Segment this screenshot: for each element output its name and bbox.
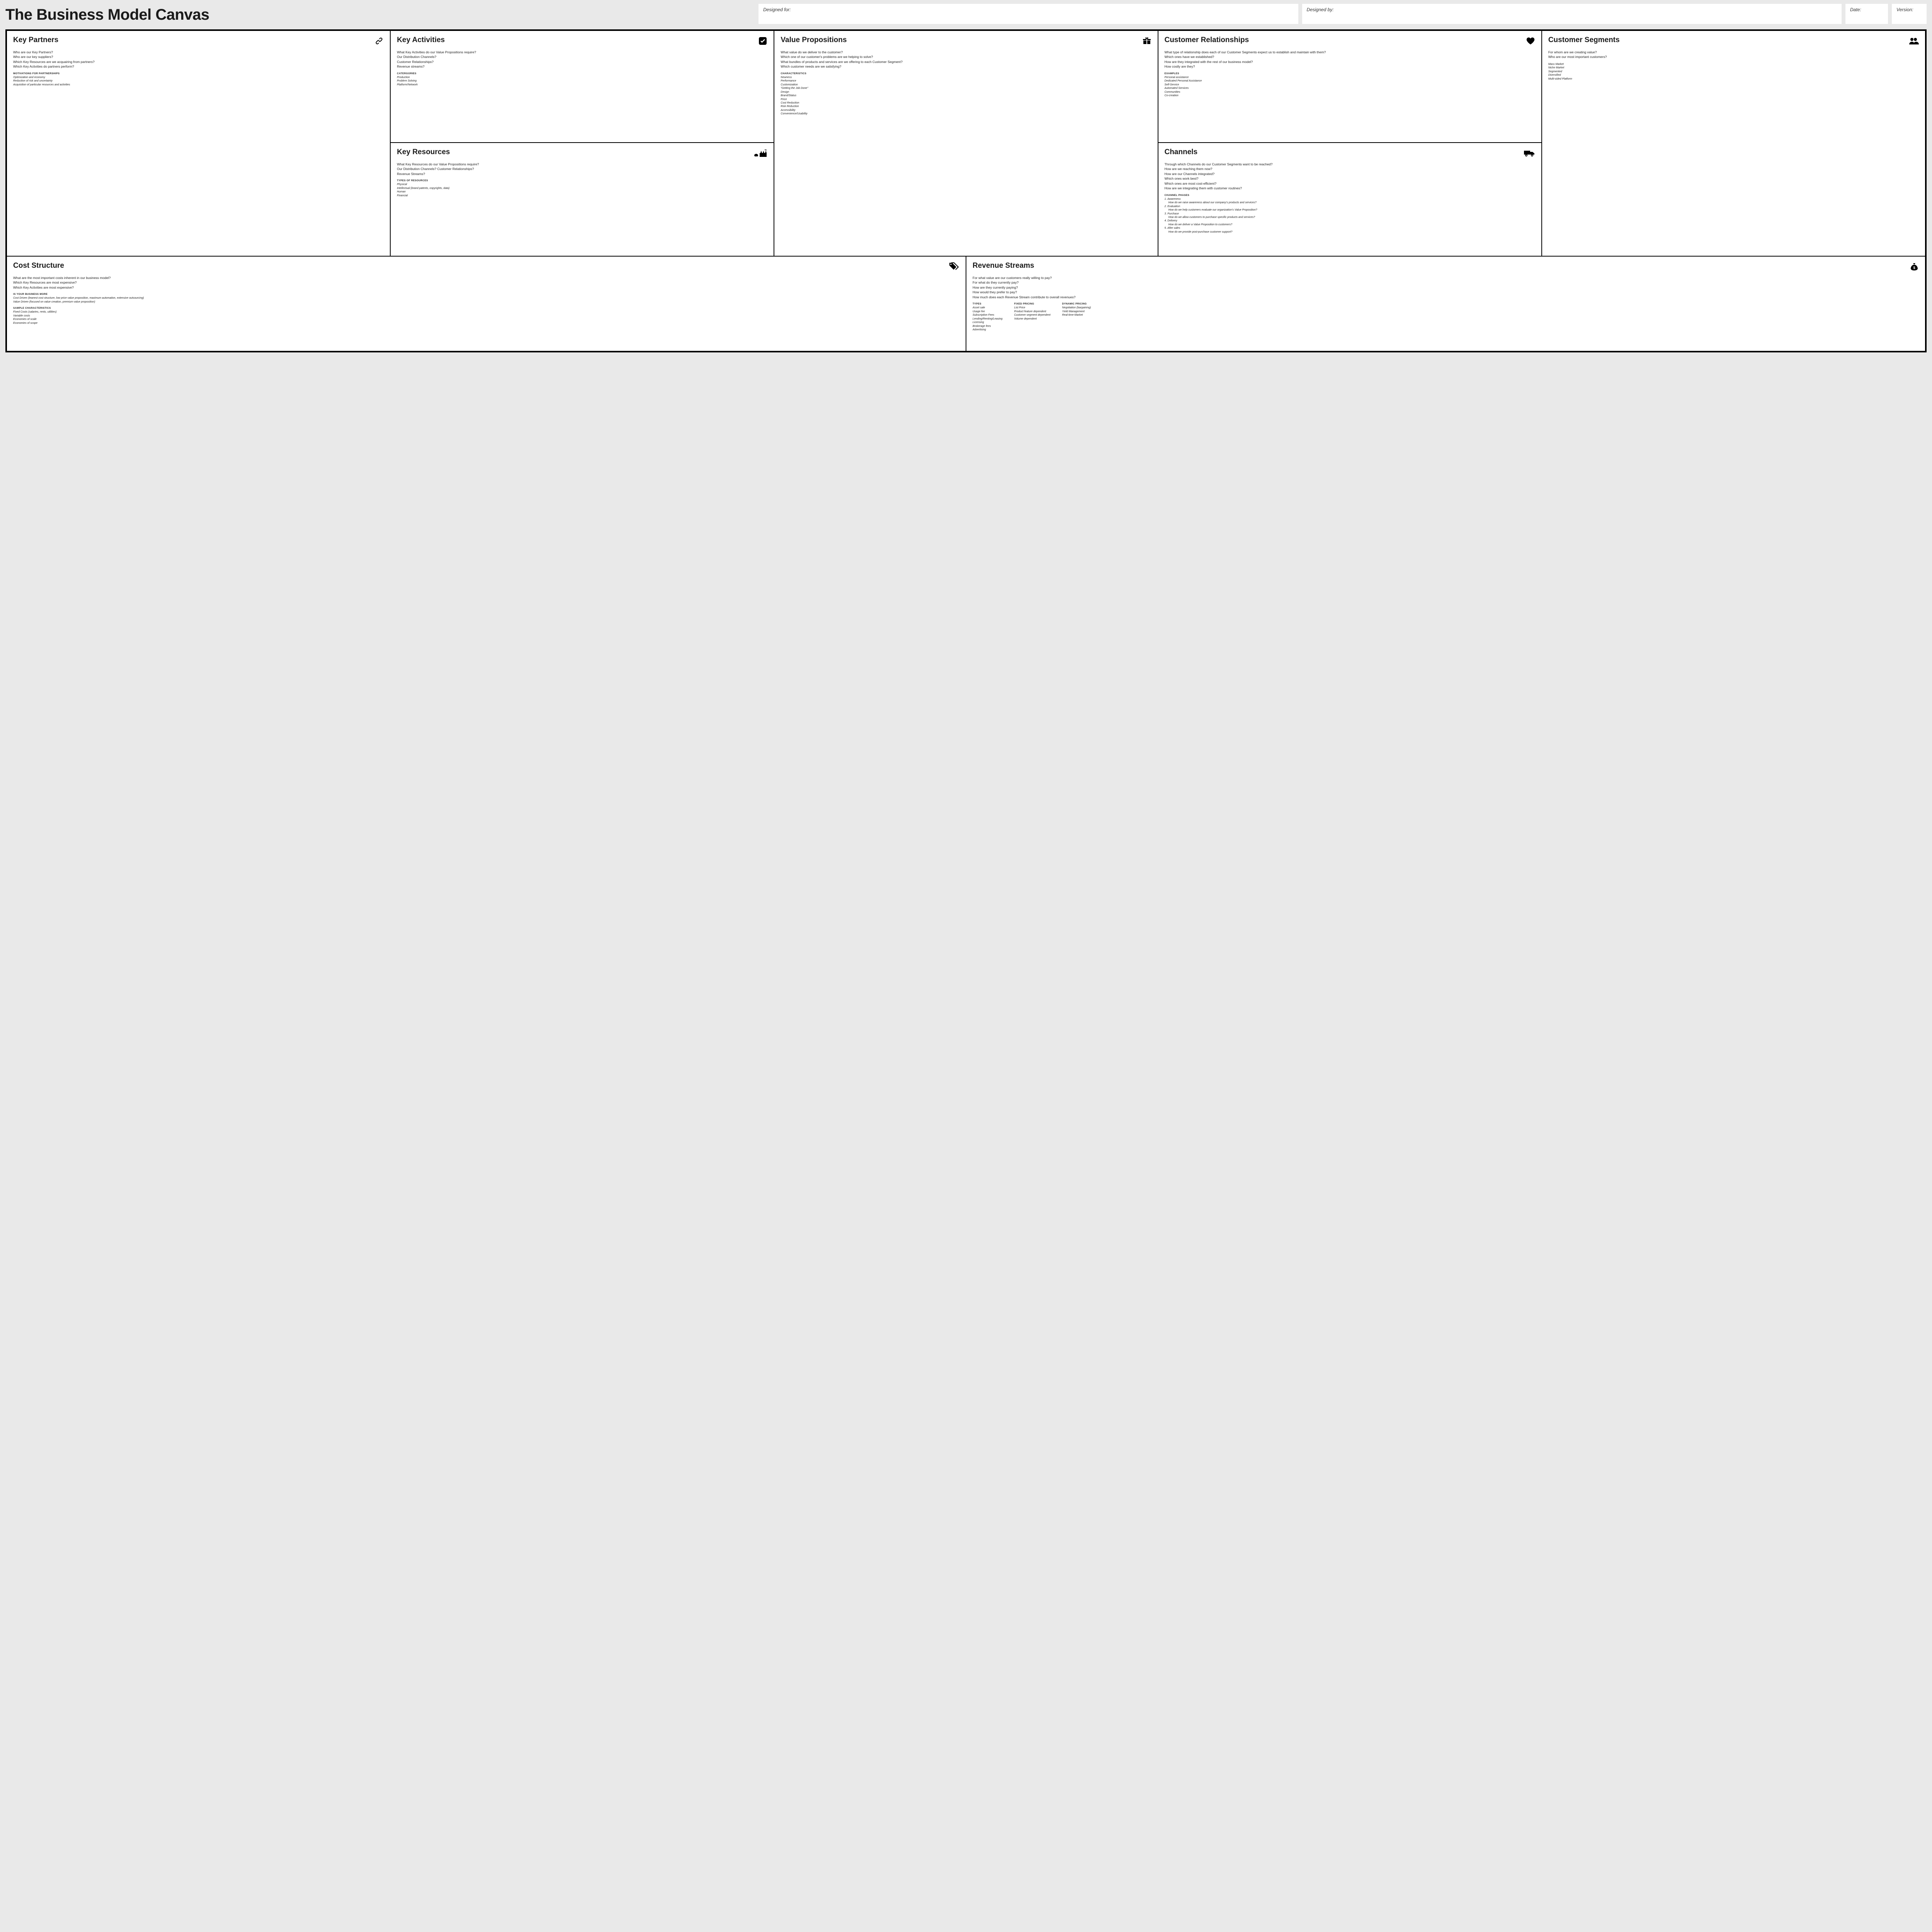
value-propositions-title: Value Propositions <box>781 36 847 44</box>
key-activities-title: Key Activities <box>397 36 445 44</box>
meta-version[interactable]: Version: <box>1892 4 1927 24</box>
cell-key-resources: Key Resources What Key Resources do our … <box>391 143 774 255</box>
cell-channels: Channels Through which Channels do our C… <box>1158 143 1541 255</box>
meta-designed-by[interactable]: Designed by: <box>1302 4 1842 24</box>
gift-icon <box>1142 36 1151 46</box>
tags-icon <box>948 262 959 271</box>
canvas: Key Partners Who are our Key Partners? W… <box>5 29 1927 352</box>
customer-relationships-title: Customer Relationships <box>1165 36 1249 44</box>
revenue-streams-title: Revenue Streams <box>973 262 1034 270</box>
checkbox-icon <box>758 36 767 46</box>
cell-cost-structure: Cost Structure What are the most importa… <box>7 257 966 351</box>
link-icon <box>374 36 384 46</box>
people-icon <box>1908 36 1919 46</box>
cell-value-propositions: Value Propositions What value do we deli… <box>774 31 1157 256</box>
money-bag-icon: $ <box>1910 262 1919 271</box>
meta-date[interactable]: Date: <box>1845 4 1888 24</box>
truck-icon <box>1524 148 1535 158</box>
meta-boxes: Designed for: Designed by: Date: Version… <box>759 4 1927 24</box>
canvas-top-row: Key Partners Who are our Key Partners? W… <box>7 31 1925 257</box>
customer-segments-title: Customer Segments <box>1548 36 1620 44</box>
meta-designed-for[interactable]: Designed for: <box>759 4 1298 24</box>
cell-key-activities: Key Activities What Key Activities do ou… <box>391 31 774 143</box>
key-resources-title: Key Resources <box>397 148 450 156</box>
channels-title: Channels <box>1165 148 1198 156</box>
svg-text:$: $ <box>1913 266 1915 270</box>
page-header: The Business Model Canvas Designed for: … <box>5 4 1927 24</box>
cell-customer-segments: Customer Segments For whom are we creati… <box>1542 31 1925 256</box>
canvas-bottom-row: Cost Structure What are the most importa… <box>7 257 1925 351</box>
factory-icon <box>753 148 767 158</box>
cell-key-partners: Key Partners Who are our Key Partners? W… <box>7 31 390 256</box>
cell-revenue-streams: Revenue Streams $ For what value are our… <box>966 257 1925 351</box>
cost-structure-title: Cost Structure <box>13 262 64 270</box>
heart-icon <box>1526 36 1535 46</box>
key-partners-questions: Who are our Key Partners? Who are our ke… <box>13 50 384 69</box>
page-title: The Business Model Canvas <box>5 4 755 24</box>
cell-customer-relationships: Customer Relationships What type of rela… <box>1158 31 1541 143</box>
key-partners-title: Key Partners <box>13 36 58 44</box>
